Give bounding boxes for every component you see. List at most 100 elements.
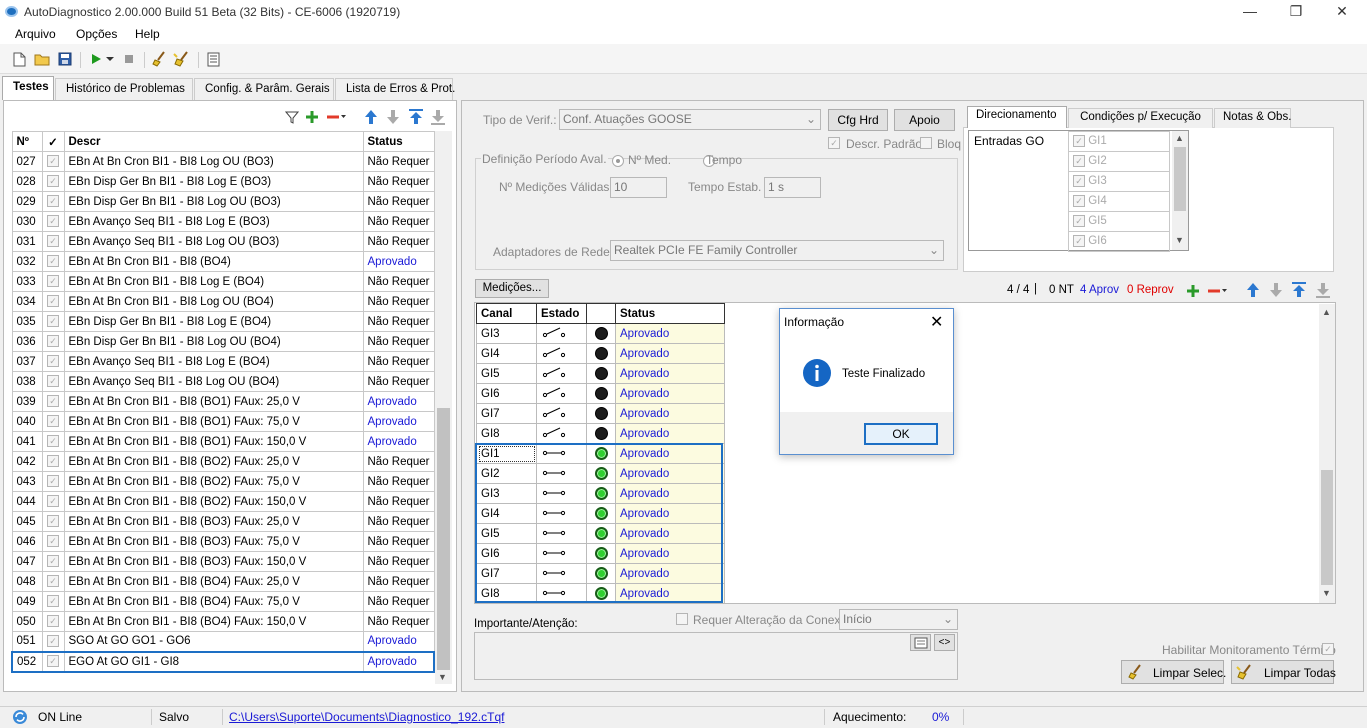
table-row[interactable]: 036 ✓ EBn Disp Ger Bn BI1 - BI8 Log OU (BO… [11, 331, 435, 352]
save-icon[interactable] [56, 50, 74, 68]
minimize-icon[interactable]: — [1227, 0, 1273, 24]
row-checkbox[interactable]: ✓ [47, 575, 59, 588]
table-row[interactable]: 029 ✓ EBn Disp Ger Bn BI1 - BI8 Log OU (BO… [11, 191, 435, 212]
measure-bottom-icon[interactable] [1315, 282, 1331, 301]
restore-icon[interactable]: ❐ [1273, 0, 1319, 24]
table-row[interactable]: 034 ✓ EBn At Bn Cron BI1 - BI8 Log OU (BO4… [11, 291, 435, 312]
measure-up-icon[interactable] [1246, 282, 1260, 301]
go-list-scrollbar[interactable]: ▲ ▼ [1172, 131, 1188, 250]
tab-testes[interactable]: Testes [2, 76, 54, 100]
table-row[interactable]: GI7 Aprovado [476, 563, 725, 584]
medicoes-validas-input[interactable]: 10 [610, 177, 667, 198]
table-row[interactable]: GI6 Aprovado [476, 543, 725, 564]
stop-icon[interactable] [120, 50, 138, 68]
table-row[interactable]: 028 ✓ EBn Disp Ger Bn BI1 - BI8 Log E (BO3… [11, 171, 435, 192]
list-item[interactable]: ✓ GI1 [1068, 131, 1170, 152]
row-check[interactable]: ✓ [41, 531, 65, 552]
row-check[interactable]: ✓ [41, 391, 65, 412]
table-row[interactable]: 040 ✓ EBn At Bn Cron BI1 - BI8 (BO1) FAux:… [11, 411, 435, 432]
row-checkbox[interactable]: ✓ [47, 455, 59, 468]
row-checkbox[interactable]: ✓ [47, 195, 59, 208]
table-row[interactable]: 052 ✓ EGO At GO GI1 - GI8 Aprovado [11, 650, 435, 673]
row-checkbox[interactable]: ✓ [47, 315, 59, 328]
go-checkbox[interactable]: ✓ [1073, 195, 1085, 208]
measure-scrollbar[interactable]: ▲ ▼ [1319, 304, 1335, 603]
tests-scroll-thumb[interactable] [437, 408, 450, 670]
row-check[interactable]: ✓ [41, 331, 65, 352]
row-checkbox[interactable]: ✓ [47, 175, 59, 188]
tab-historico[interactable]: Histórico de Problemas [55, 78, 193, 100]
move-down-icon[interactable] [386, 109, 400, 128]
row-checkbox[interactable]: ✓ [47, 515, 59, 528]
col-estado[interactable]: Estado [536, 303, 587, 324]
row-check[interactable]: ✓ [41, 291, 65, 312]
row-checkbox[interactable]: ✓ [47, 635, 59, 648]
add-measure-icon[interactable] [1186, 284, 1200, 301]
row-check[interactable]: ✓ [41, 251, 65, 272]
table-row[interactable]: GI5 Aprovado [476, 523, 725, 544]
table-row[interactable]: GI2 Aprovado [476, 463, 725, 484]
go-checkbox[interactable]: ✓ [1073, 155, 1085, 168]
row-checkbox[interactable]: ✓ [47, 375, 59, 388]
table-row[interactable]: GI3 Aprovado [476, 483, 725, 504]
row-checkbox[interactable]: ✓ [47, 355, 59, 368]
list-item[interactable]: ✓ GI6 [1068, 231, 1170, 252]
filter-icon[interactable] [284, 110, 300, 127]
col-ch-status[interactable]: Status [615, 303, 725, 324]
broom-all-icon[interactable] [173, 50, 191, 68]
scroll-down-icon[interactable]: ▼ [438, 672, 447, 682]
medicoes-button[interactable]: Medições... [475, 279, 549, 298]
row-checkbox[interactable]: ✓ [47, 295, 59, 308]
row-check[interactable]: ✓ [41, 151, 65, 172]
menu-opcoes[interactable]: Opções [76, 27, 117, 41]
table-row[interactable]: GI7 Aprovado [476, 403, 725, 424]
habilitar-checkbox[interactable]: ✓ [1322, 643, 1334, 655]
row-checkbox[interactable]: ✓ [47, 475, 59, 488]
row-checkbox[interactable]: ✓ [47, 275, 59, 288]
table-row[interactable]: 030 ✓ EBn Avanço Seq BI1 - BI8 Log E (BO3)… [11, 211, 435, 232]
col-status[interactable]: Status [362, 131, 435, 152]
row-check[interactable]: ✓ [41, 551, 65, 572]
tab-lista-erros[interactable]: Lista de Erros & Prot. [335, 78, 455, 100]
table-row[interactable]: 045 ✓ EBn At Bn Cron BI1 - BI8 (BO3) FAux:… [11, 511, 435, 532]
table-row[interactable]: 041 ✓ EBn At Bn Cron BI1 - BI8 (BO1) FAux:… [11, 431, 435, 452]
row-checkbox[interactable]: ✓ [47, 615, 59, 628]
row-check[interactable]: ✓ [41, 451, 65, 472]
row-check[interactable]: ✓ [41, 231, 65, 252]
menu-arquivo[interactable]: Arquivo [15, 27, 56, 41]
notes-icon[interactable] [910, 634, 931, 651]
table-row[interactable]: 031 ✓ EBn Avanço Seq BI1 - BI8 Log OU (BO3… [11, 231, 435, 252]
col-num[interactable]: Nº [11, 131, 43, 152]
row-check[interactable]: ✓ [41, 471, 65, 492]
limpar-selec-button[interactable]: Limpar Selec. [1121, 660, 1226, 684]
table-row[interactable]: 047 ✓ EBn At Bn Cron BI1 - BI8 (BO3) FAux:… [11, 551, 435, 572]
play-icon[interactable] [87, 50, 105, 68]
go-checkbox[interactable]: ✓ [1073, 215, 1085, 228]
row-checkbox[interactable]: ✓ [47, 255, 59, 268]
row-checkbox[interactable]: ✓ [47, 215, 59, 228]
table-row[interactable]: GI5 Aprovado [476, 363, 725, 384]
tab-direcionamento[interactable]: Direcionamento [967, 106, 1067, 128]
row-check[interactable]: ✓ [41, 611, 65, 632]
move-bottom-icon[interactable] [430, 109, 446, 128]
report-icon[interactable] [204, 50, 222, 68]
dialog-close-icon[interactable]: ✕ [930, 312, 943, 332]
table-row[interactable]: 044 ✓ EBn At Bn Cron BI1 - BI8 (BO2) FAux:… [11, 491, 435, 512]
tab-config[interactable]: Config. & Parâm. Gerais [194, 78, 334, 100]
row-checkbox[interactable]: ✓ [47, 595, 59, 608]
row-check[interactable]: ✓ [41, 411, 65, 432]
row-check[interactable]: ✓ [41, 631, 65, 652]
go-checkbox[interactable]: ✓ [1073, 235, 1085, 248]
measure-top-icon[interactable] [1291, 282, 1307, 301]
go-checkbox[interactable]: ✓ [1073, 135, 1085, 148]
file-path-link[interactable]: C:\Users\Suporte\Documents\Diagnostico_1… [229, 710, 504, 724]
table-row[interactable]: 035 ✓ EBn Disp Ger Bn BI1 - BI8 Log E (BO4… [11, 311, 435, 332]
row-checkbox[interactable]: ✓ [47, 555, 59, 568]
menu-help[interactable]: Help [135, 27, 160, 41]
cfg-hrd-button[interactable]: Cfg Hrd [828, 109, 888, 131]
row-check[interactable]: ✓ [41, 311, 65, 332]
table-row[interactable]: 049 ✓ EBn At Bn Cron BI1 - BI8 (BO4) FAux:… [11, 591, 435, 612]
list-item[interactable]: ✓ GI4 [1068, 191, 1170, 212]
list-item[interactable]: ✓ GI2 [1068, 151, 1170, 172]
row-checkbox[interactable]: ✓ [47, 495, 59, 508]
